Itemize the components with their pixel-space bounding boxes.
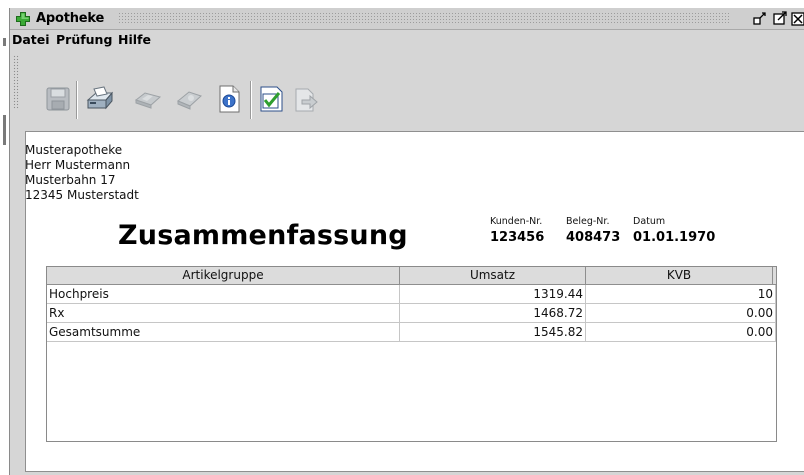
- eraser-icon: [174, 86, 206, 118]
- summary-table: Artikelgruppe Umsatz KVB Hochpreis 1319.…: [46, 266, 777, 442]
- toolbar: [10, 51, 804, 119]
- cell-umsatz: 1468.72: [400, 304, 586, 323]
- menu-bar: Datei Prüfung Hilfe: [10, 30, 804, 50]
- info-icon[interactable]: [215, 84, 247, 116]
- date-label: Datum: [633, 216, 666, 227]
- toolbar-separator: [76, 81, 78, 119]
- table-row[interactable]: Rx 1468.72 0.00: [47, 304, 776, 323]
- restore-window-icon[interactable]: [752, 11, 768, 27]
- date-value: 01.01.1970: [633, 230, 716, 245]
- receipt-number-label: Beleg-Nr.: [566, 216, 610, 227]
- menu-hilfe[interactable]: Hilfe: [118, 32, 151, 47]
- receipt-number-value: 408473: [566, 230, 621, 245]
- desktop-edge: [0, 0, 9, 475]
- address-line: Herr Mustermann: [25, 158, 131, 172]
- cell-kvb: 0.00: [586, 323, 776, 342]
- save-icon: [44, 85, 76, 117]
- maximize-window-icon[interactable]: [772, 11, 788, 27]
- column-header-kvb[interactable]: KVB: [586, 267, 773, 284]
- export-icon: [291, 86, 323, 118]
- address-line: 12345 Musterstadt: [25, 188, 139, 202]
- table-row[interactable]: Gesamtsumme 1545.82 0.00: [47, 323, 776, 342]
- column-header-umsatz[interactable]: Umsatz: [400, 267, 586, 284]
- menu-datei[interactable]: Datei: [12, 32, 50, 47]
- cell-artikelgruppe: Gesamtsumme: [47, 323, 400, 342]
- check-icon[interactable]: [257, 84, 289, 116]
- cell-umsatz: 1319.44: [400, 285, 586, 304]
- page-title: Zusammenfassung: [118, 220, 408, 251]
- cell-artikelgruppe: Rx: [47, 304, 400, 323]
- customer-number-label: Kunden-Nr.: [490, 216, 543, 227]
- toolbar-grip[interactable]: [13, 55, 19, 109]
- cell-umsatz: 1545.82: [400, 323, 586, 342]
- column-header-artikelgruppe[interactable]: Artikelgruppe: [47, 267, 400, 284]
- green-cross-icon: [15, 11, 31, 27]
- title-bar[interactable]: Apotheke: [10, 8, 804, 30]
- window-title: Apotheke: [36, 11, 105, 26]
- cell-kvb: 10: [586, 285, 776, 304]
- customer-number-value: 123456: [490, 230, 545, 245]
- title-bar-grip: [118, 12, 730, 25]
- toolbar-separator: [250, 81, 252, 119]
- cell-artikelgruppe: Hochpreis: [47, 285, 400, 304]
- cell-kvb: 0.00: [586, 304, 776, 323]
- address-line: Musterbahn 17: [25, 173, 116, 187]
- print-icon[interactable]: [84, 84, 116, 116]
- close-window-icon[interactable]: [791, 11, 804, 27]
- menu-pruefung[interactable]: Prüfung: [56, 32, 112, 47]
- table-header: Artikelgruppe Umsatz KVB: [47, 267, 776, 285]
- scan-icon: [133, 86, 165, 118]
- table-row[interactable]: Hochpreis 1319.44 10: [47, 285, 776, 304]
- address-line: Musterapotheke: [25, 143, 123, 157]
